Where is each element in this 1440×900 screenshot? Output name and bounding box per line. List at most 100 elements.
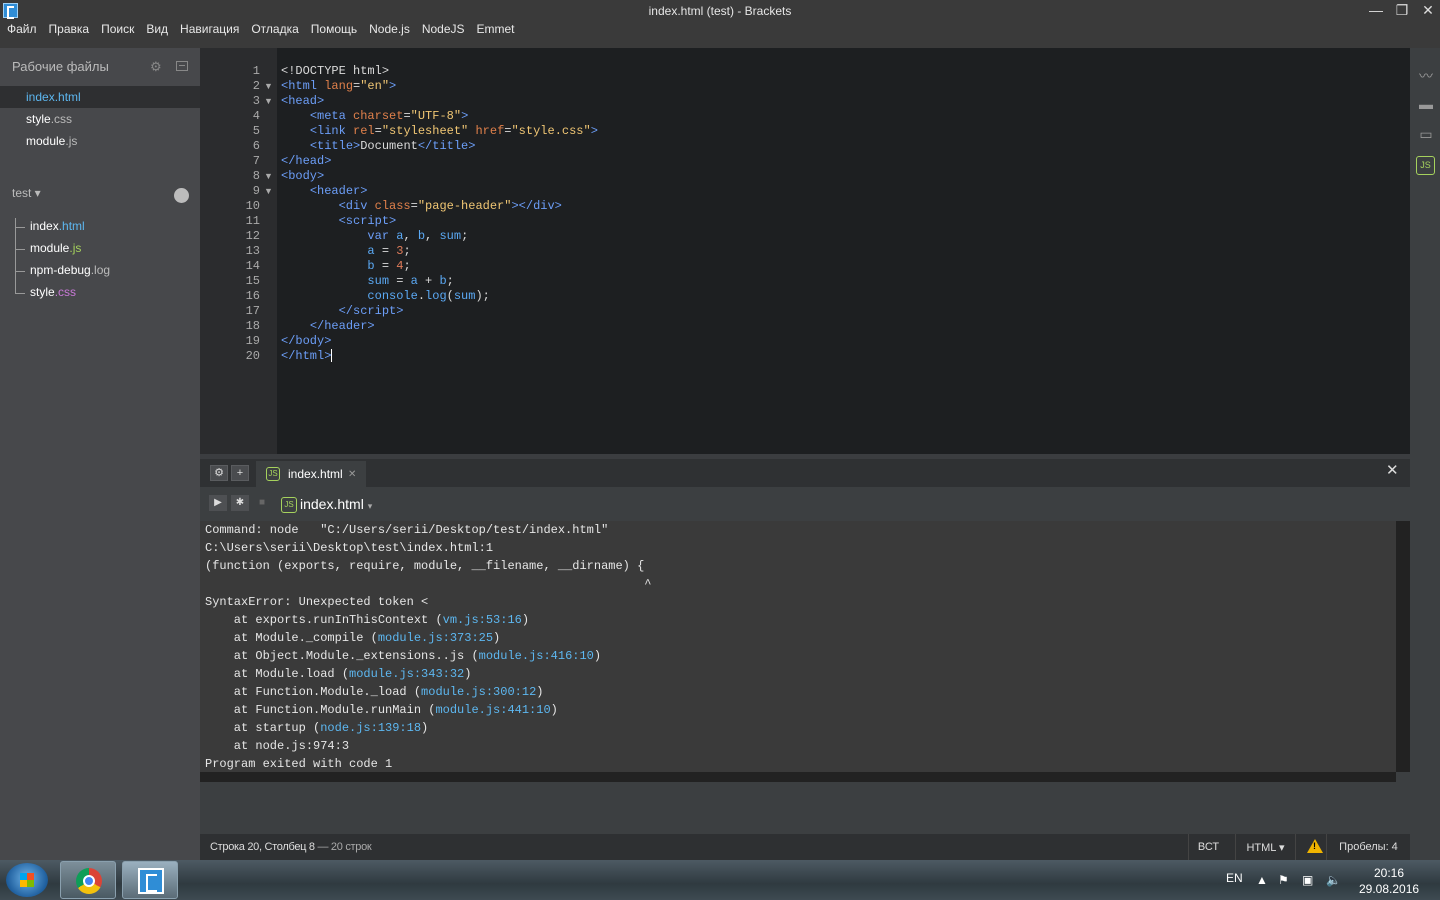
- line-number: 18: [245, 319, 260, 333]
- line-number: 3: [252, 94, 260, 108]
- restore-button[interactable]: ❐: [1388, 2, 1416, 19]
- stack-link[interactable]: module.js:441:10: [435, 703, 550, 717]
- stack-text-end: ): [550, 703, 558, 717]
- console-line: SyntaxError: Unexpected token <: [205, 595, 429, 609]
- nodejs-icon: JS: [281, 497, 297, 513]
- menu-nodejs[interactable]: Node.js: [362, 20, 415, 40]
- stack-link[interactable]: module.js:373:25: [378, 631, 493, 645]
- code-text[interactable]: <!DOCTYPE html> <html lang="en"> <head> …: [281, 64, 598, 364]
- stack-trace: at exports.runInThisContext (vm.js:53:16…: [205, 611, 1391, 755]
- run-toolbar: ▶ ✱ ■ JS index.html ▾: [200, 487, 1410, 521]
- working-files-title: Рабочие файлы: [12, 59, 109, 74]
- extension-manager-icon[interactable]: ▬: [1416, 96, 1436, 112]
- menu-view[interactable]: Вид: [139, 20, 173, 40]
- console-horizontal-scrollbar[interactable]: [200, 772, 1396, 782]
- run-icon[interactable]: ▶: [209, 495, 227, 511]
- file-name: npm-debug: [30, 263, 91, 277]
- tree-item[interactable]: index.html: [16, 219, 85, 239]
- debug-bug-icon[interactable]: ✱: [231, 495, 249, 511]
- code-line: <div class="page-header"></div>: [338, 199, 562, 213]
- show-hidden-icons-icon[interactable]: ▲: [1256, 873, 1268, 887]
- project-dropdown[interactable]: test ▾: [12, 186, 41, 200]
- file-ext: .html: [58, 219, 85, 233]
- line-number: 12: [245, 229, 260, 243]
- menu-nodejs-2[interactable]: NodeJS: [415, 20, 470, 40]
- line-number: 8: [252, 169, 260, 183]
- menu-file[interactable]: Файл: [0, 20, 42, 40]
- code-line: </script>: [338, 304, 404, 318]
- tree-item[interactable]: module.js: [16, 241, 81, 261]
- settings-icon[interactable]: ⚙: [210, 465, 228, 481]
- brackets-taskbar-button[interactable]: [122, 861, 178, 899]
- gear-icon[interactable]: ⚙: [150, 59, 162, 75]
- console-scrollbar[interactable]: [1396, 521, 1410, 772]
- close-tab-icon[interactable]: ✕: [348, 469, 356, 480]
- file-name: index.html: [26, 90, 81, 104]
- code-line: <!DOCTYPE html>: [281, 64, 390, 78]
- close-window-button[interactable]: ✕: [1414, 2, 1440, 19]
- stack-text: at node.js:974:3: [205, 739, 350, 753]
- code-editor[interactable]: 1 2 3 4 5 6 7 8 9 10 11 12 13 14 15 16 17 18 19 20 ▼ ▼ ▼ ▼ …: [200, 48, 1410, 454]
- clock-time[interactable]: 20:16: [1374, 866, 1404, 880]
- file-ext: .log: [90, 263, 111, 277]
- keyboard-language[interactable]: EN: [1226, 871, 1243, 885]
- clock-date[interactable]: 29.08.2016: [1359, 882, 1419, 896]
- working-file-item[interactable]: index.html: [0, 86, 200, 108]
- console-line: Program exited with code 1: [205, 757, 393, 771]
- code-line: </html>: [281, 349, 333, 363]
- line-count: — 20 строк: [314, 841, 372, 853]
- run-file-dropdown[interactable]: index.html ▾: [300, 496, 372, 512]
- stack-link[interactable]: module.js:416:10: [479, 649, 594, 663]
- stack-text-end: ): [493, 631, 501, 645]
- image-preview-icon[interactable]: ▭: [1416, 126, 1436, 142]
- volume-icon[interactable]: 🔈: [1326, 873, 1341, 887]
- chrome-icon: [76, 868, 102, 894]
- tree-item[interactable]: npm-debug.log: [16, 263, 110, 283]
- working-file-item[interactable]: module.js: [0, 130, 200, 152]
- menu-debug[interactable]: Отладка: [244, 20, 303, 40]
- stack-link[interactable]: node.js:139:18: [320, 721, 421, 735]
- fold-arrow-icon[interactable]: ▼: [264, 184, 273, 199]
- menu-emmet[interactable]: Emmet: [470, 20, 520, 40]
- stop-icon[interactable]: ■: [253, 495, 271, 511]
- title-bar: index.html (test) - Brackets — ❐ ✕ Файл …: [0, 0, 1440, 48]
- add-tab-icon[interactable]: +: [231, 465, 249, 481]
- indent-setting[interactable]: Пробелы: 4: [1326, 834, 1410, 860]
- network-icon[interactable]: ▣: [1302, 873, 1313, 887]
- menu-bar: Файл Правка Поиск Вид Навигация Отладка …: [0, 20, 520, 40]
- working-file-item[interactable]: style.css: [0, 108, 200, 130]
- file-name: index: [30, 219, 59, 233]
- tab-index-html[interactable]: JS index.html ✕: [256, 461, 366, 487]
- fold-arrow-icon[interactable]: ▼: [264, 79, 273, 94]
- split-view-icon[interactable]: [176, 61, 188, 71]
- insert-mode-toggle[interactable]: ВСТ: [1188, 834, 1228, 860]
- brackets-icon: [138, 868, 164, 894]
- menu-find[interactable]: Поиск: [94, 20, 139, 40]
- line-number: 10: [245, 199, 260, 213]
- linter-warning[interactable]: !: [1295, 834, 1325, 860]
- action-center-flag-icon[interactable]: ⚑: [1278, 873, 1289, 887]
- menu-navigate[interactable]: Навигация: [173, 20, 244, 40]
- nodejs-toolbar-icon[interactable]: JS: [1416, 156, 1435, 175]
- stack-link[interactable]: vm.js:53:16: [443, 613, 522, 627]
- code-line: <meta charset="UTF-8">: [309, 109, 469, 123]
- stack-link[interactable]: module.js:300:12: [421, 685, 536, 699]
- minimize-button[interactable]: —: [1362, 2, 1390, 18]
- menu-help[interactable]: Помощь: [304, 20, 362, 40]
- stack-link[interactable]: module.js:343:32: [349, 667, 464, 681]
- code-line: </head>: [281, 154, 332, 168]
- live-preview-icon[interactable]: 〰: [1416, 66, 1436, 84]
- chrome-taskbar-button[interactable]: [60, 861, 116, 899]
- right-toolbar: 〰 ▬ ▭ JS: [1410, 48, 1440, 860]
- code-line: <body>: [281, 169, 325, 183]
- start-button[interactable]: [6, 863, 48, 897]
- code-line: <script>: [338, 214, 397, 228]
- fold-arrow-icon[interactable]: ▼: [264, 94, 273, 109]
- file-ext: .css: [54, 285, 77, 299]
- language-selector[interactable]: HTML ▾: [1235, 834, 1295, 860]
- tree-item[interactable]: style.css: [16, 285, 76, 305]
- close-panel-icon[interactable]: ✕: [1386, 461, 1399, 479]
- stack-text-end: ): [536, 685, 544, 699]
- fold-arrow-icon[interactable]: ▼: [264, 169, 273, 184]
- menu-edit[interactable]: Правка: [42, 20, 95, 40]
